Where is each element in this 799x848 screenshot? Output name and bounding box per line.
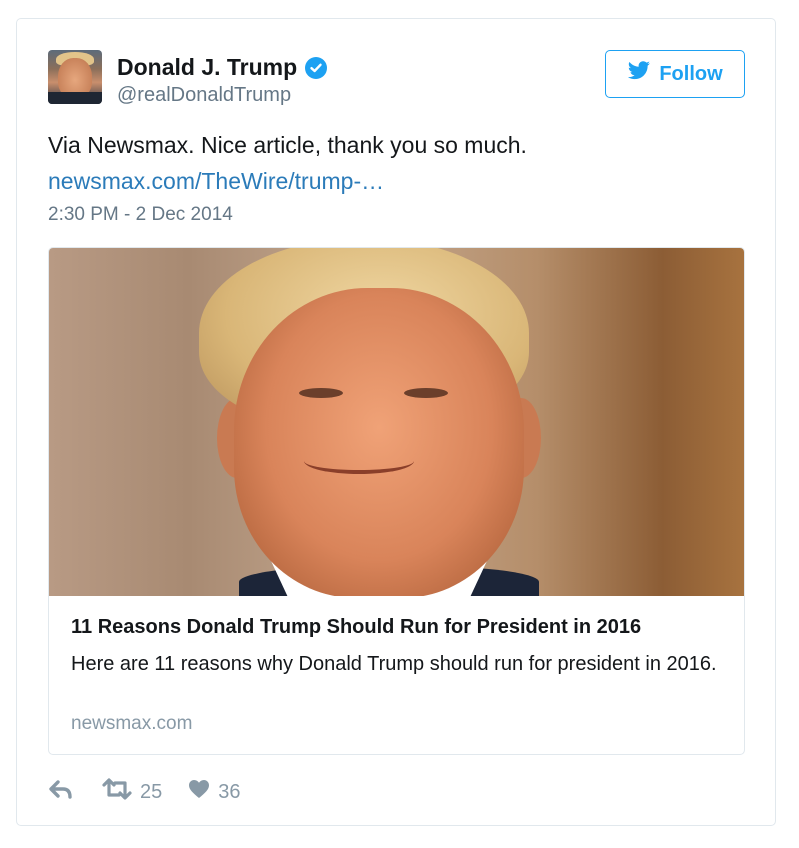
author-name[interactable]: Donald J. Trump [117,54,297,81]
tweet-link[interactable]: newsmax.com/TheWire/trump-… [48,168,384,195]
retweet-count: 25 [140,780,163,803]
author-handle[interactable]: @realDonaldTrump [117,84,291,107]
follow-label: Follow [659,62,723,85]
heart-icon [188,779,210,805]
author-name-row[interactable]: Donald J. Trump [117,54,328,81]
retweet-button[interactable]: 25 [102,778,162,806]
card-domain: newsmax.com [71,713,193,734]
reply-button[interactable] [48,778,74,806]
like-count: 36 [218,780,241,803]
card-image[interactable] [49,248,744,596]
retweet-icon [102,778,132,806]
photo-eye [404,388,448,398]
link-card[interactable]: 11 Reasons Donald Trump Should Run for P… [48,247,745,755]
twitter-bird-icon [627,61,651,87]
card-title[interactable]: 11 Reasons Donald Trump Should Run for P… [71,616,641,639]
verified-icon [305,56,328,79]
like-button[interactable]: 36 [188,779,241,805]
follow-button[interactable]: Follow [605,50,745,98]
reply-icon [48,778,74,806]
photo-eye [299,388,343,398]
photo-mouth [304,448,414,474]
tweet-actions: 25 36 [48,778,241,806]
card-description: Here are 11 reasons why Donald Trump sho… [71,653,717,675]
author-avatar[interactable] [48,50,102,104]
tweet-text: Via Newsmax. Nice article, thank you so … [48,132,527,158]
tweet-timestamp[interactable]: 2:30 PM - 2 Dec 2014 [48,204,233,226]
avatar-suit [48,92,102,104]
photo-face [234,288,524,596]
